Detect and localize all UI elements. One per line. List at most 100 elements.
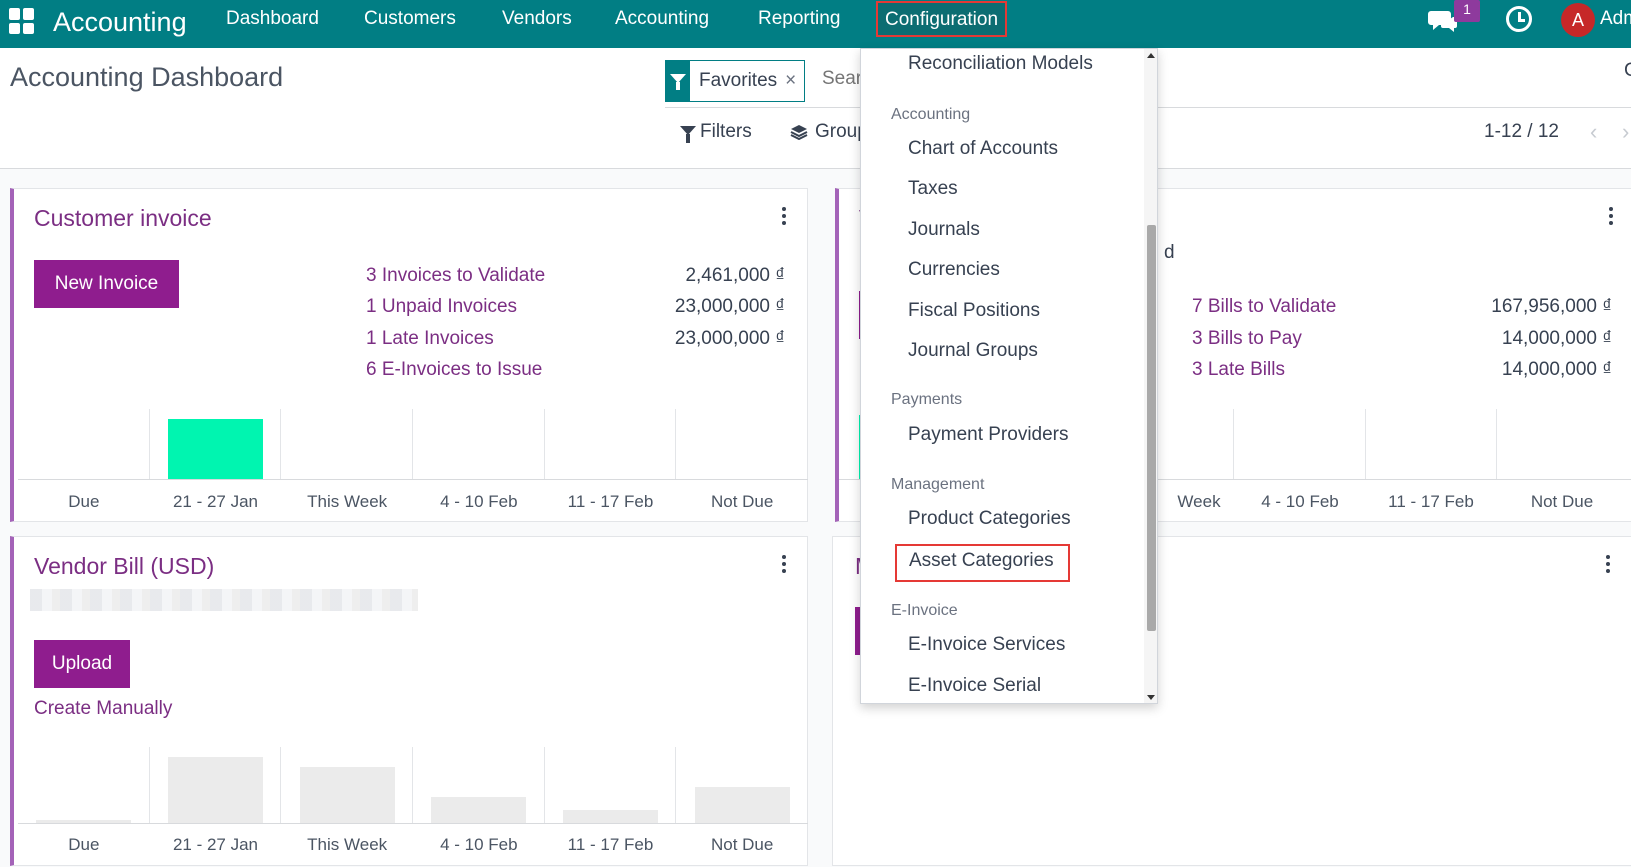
pager-next-button[interactable]: › xyxy=(1622,118,1629,146)
upload-button[interactable]: Upload xyxy=(34,640,130,688)
chart-tick-label: 4 - 10 Feb xyxy=(440,492,518,511)
chart-baseline xyxy=(18,479,808,480)
chart-bar[interactable] xyxy=(299,766,395,823)
card-menu-icon[interactable] xyxy=(1606,555,1612,573)
menu-item-product-categories[interactable]: Product Categories xyxy=(908,508,1071,530)
filter-icon xyxy=(680,126,696,143)
user-avatar[interactable]: A xyxy=(1561,3,1595,37)
menu-item-journals[interactable]: Journals xyxy=(908,219,980,241)
top-navbar: Accounting Dashboard Customers Vendors A… xyxy=(0,0,1631,48)
activity-clock-icon[interactable] xyxy=(1506,6,1532,32)
layers-icon xyxy=(790,125,808,140)
card-subtitle-tail: d xyxy=(1164,242,1175,263)
configuration-dropdown: Reconciliation Models Accounting Chart o… xyxy=(860,48,1158,704)
search-input[interactable] xyxy=(822,68,862,90)
invoices-to-validate-link[interactable]: 3 Invoices to Validate xyxy=(366,265,545,287)
chart-bar[interactable] xyxy=(694,786,790,823)
menu-item-reconciliation-models[interactable]: Reconciliation Models xyxy=(908,53,1093,75)
chart-column xyxy=(676,409,808,479)
filters-button[interactable]: Filters xyxy=(680,118,752,146)
chart-tick-label: This Week xyxy=(307,835,388,854)
facet-remove-icon[interactable]: × xyxy=(785,70,796,92)
bills-to-pay-link[interactable]: 3 Bills to Pay xyxy=(1192,328,1302,350)
menu-accounting[interactable]: Accounting xyxy=(615,0,709,38)
card-title[interactable]: Customer invoice xyxy=(34,205,212,232)
menu-customers[interactable]: Customers xyxy=(364,0,456,38)
menu-item-einvoice-services[interactable]: E-Invoice Services xyxy=(908,634,1065,656)
vendor-bill-usd-card: Vendor Bill (USD) Upload Create Manually… xyxy=(10,536,808,866)
vendor-bill-chart[interactable]: Due 21 - 27 Jan This Week 4 - 10 Feb 11 - 17… xyxy=(18,747,808,865)
scroll-down-arrow-icon[interactable] xyxy=(1147,695,1155,700)
section-header-einvoice: E-Invoice xyxy=(891,602,958,619)
menu-dashboard[interactable]: Dashboard xyxy=(226,0,319,38)
chart-tick-label: 11 - 17 Feb xyxy=(567,835,654,854)
section-header-accounting: Accounting xyxy=(891,106,971,123)
new-invoice-button[interactable]: New Invoice xyxy=(34,260,179,308)
late-invoices-link[interactable]: 1 Late Invoices xyxy=(366,328,494,350)
card-title[interactable]: Vendor Bill (USD) xyxy=(34,553,214,580)
chart-tick: Not Due xyxy=(1530,492,1594,511)
late-bills-amount: 14,000,000 ₫ xyxy=(1501,359,1612,380)
facet-label: Favorites xyxy=(699,70,778,91)
menu-item-asset-categories[interactable]: Asset Categories xyxy=(895,544,1070,582)
chart-tick-label: 11 - 17 Feb xyxy=(567,492,654,511)
section-header-management: Management xyxy=(891,476,985,493)
page-title: Accounting Dashboard xyxy=(10,62,284,92)
menu-item-journal-groups[interactable]: Journal Groups xyxy=(908,340,1038,362)
chart-tick-label: Not Due xyxy=(710,492,774,511)
create-manually-link[interactable]: Create Manually xyxy=(34,698,172,720)
menu-item-taxes[interactable]: Taxes xyxy=(908,178,958,200)
chart-tick-label: Not Due xyxy=(710,835,774,854)
menu-item-chart-of-accounts[interactable]: Chart of Accounts xyxy=(908,138,1058,160)
unpaid-invoices-link[interactable]: 1 Unpaid Invoices xyxy=(366,296,517,318)
chart-gridline xyxy=(1233,409,1234,479)
customer-invoice-chart[interactable]: Due 21 - 27 Jan This Week 4 - 10 Feb 11 - 17… xyxy=(18,409,808,521)
card-menu-icon[interactable] xyxy=(1609,207,1615,225)
card-menu-icon[interactable] xyxy=(782,555,788,573)
pager-previous-button[interactable]: ‹ xyxy=(1590,118,1597,146)
chart-tick-label: Due xyxy=(68,835,100,854)
filter-icon xyxy=(666,60,690,102)
chart-tick-label: 21 - 27 Jan xyxy=(172,492,259,511)
chart-column xyxy=(18,747,150,823)
chart-bar[interactable] xyxy=(563,809,658,823)
chart-tick: Week xyxy=(1177,492,1221,511)
chart-column xyxy=(545,409,677,479)
dropdown-scrollbar-thumb[interactable] xyxy=(1147,225,1156,631)
invoices-to-validate-amount: 2,461,000 ₫ xyxy=(685,265,785,286)
user-name[interactable]: Adm xyxy=(1600,0,1631,38)
chart-bar[interactable] xyxy=(431,796,527,823)
unpaid-invoices-amount: 23,000,000 ₫ xyxy=(674,296,785,317)
chart-column xyxy=(281,409,413,479)
chart-tick-label: 4 - 10 Feb xyxy=(440,835,518,854)
chart-tick: 11 - 17 Feb xyxy=(1388,492,1474,511)
pager-value[interactable]: 1-12 / 12 xyxy=(1484,118,1559,146)
einvoices-to-issue-link[interactable]: 6 E-Invoices to Issue xyxy=(366,359,542,381)
menu-item-payment-providers[interactable]: Payment Providers xyxy=(908,424,1069,446)
filters-label: Filters xyxy=(700,121,752,142)
menu-item-einvoice-serial[interactable]: E-Invoice Serial xyxy=(908,675,1041,697)
menu-vendors[interactable]: Vendors xyxy=(502,0,572,38)
chart-column xyxy=(18,409,150,479)
app-brand[interactable]: Accounting xyxy=(53,4,187,40)
chart-tick-label: Due xyxy=(68,492,100,511)
menu-item-currencies[interactable]: Currencies xyxy=(908,259,1000,281)
scroll-up-arrow-icon[interactable] xyxy=(1147,53,1155,58)
menu-item-fiscal-positions[interactable]: Fiscal Positions xyxy=(908,300,1040,322)
section-header-payments: Payments xyxy=(891,391,963,408)
menu-configuration[interactable]: Configuration xyxy=(876,1,1008,37)
late-bills-link[interactable]: 3 Late Bills xyxy=(1192,359,1285,381)
chart-bar[interactable] xyxy=(168,757,263,823)
chart-tick-label: 21 - 27 Jan xyxy=(172,835,259,854)
card-menu-icon[interactable] xyxy=(782,207,788,225)
apps-menu-icon[interactable] xyxy=(9,8,35,34)
menu-reporting[interactable]: Reporting xyxy=(758,0,840,38)
search-options-toggle[interactable]: C xyxy=(1624,60,1631,82)
chart-bar[interactable] xyxy=(168,419,263,479)
search-facet-favorites[interactable]: Favorites × xyxy=(665,60,806,102)
late-invoices-amount: 23,000,000 ₫ xyxy=(674,328,785,349)
control-panel: Accounting Dashboard Favorites × C Filte… xyxy=(0,48,1631,169)
bills-to-validate-link[interactable]: 7 Bills to Validate xyxy=(1192,296,1336,318)
bills-to-pay-amount: 14,000,000 ₫ xyxy=(1501,328,1612,349)
bills-to-validate-amount: 167,956,000 ₫ xyxy=(1491,296,1612,317)
